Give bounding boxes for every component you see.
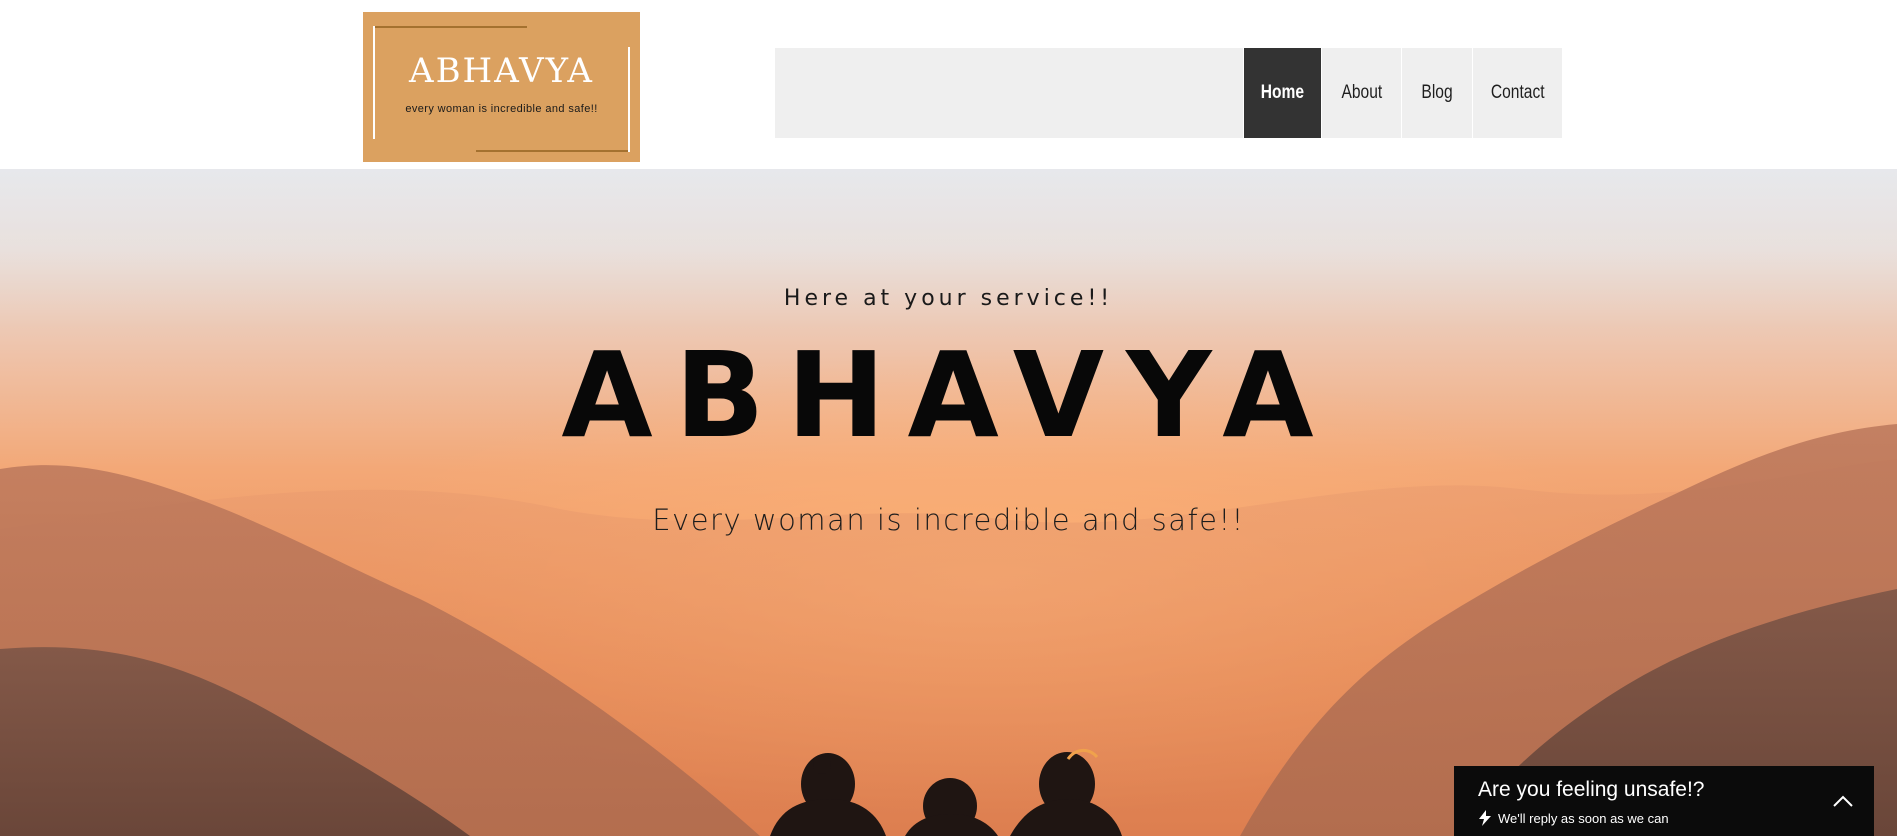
nav-item-home[interactable]: Home bbox=[1243, 48, 1321, 138]
nav-item-label: Contact bbox=[1490, 82, 1545, 103]
chat-subtitle: We'll reply as soon as we can bbox=[1498, 810, 1669, 826]
bolt-icon bbox=[1479, 810, 1491, 826]
hero-kicker: Here at your service!! bbox=[783, 286, 1114, 311]
chat-title: Are you feeling unsafe!? bbox=[1478, 778, 1705, 801]
site-header: ABHAVYA every woman is incredible and sa… bbox=[0, 0, 1897, 169]
logo-frame-line bbox=[476, 150, 630, 152]
nav-item-label: About bbox=[1341, 82, 1382, 103]
logo-title: ABHAVYA bbox=[409, 51, 594, 91]
nav-items: Home About Blog Contact bbox=[1243, 48, 1562, 138]
page: ABHAVYA every woman is incredible and sa… bbox=[0, 0, 1897, 836]
main-nav: Home About Blog Contact bbox=[775, 48, 1562, 138]
nav-item-label: Home bbox=[1260, 82, 1305, 103]
nav-item-label: Blog bbox=[1421, 82, 1453, 103]
chevron-up-icon[interactable] bbox=[1830, 788, 1856, 814]
nav-item-about[interactable]: About bbox=[1321, 48, 1401, 138]
site-logo[interactable]: ABHAVYA every woman is incredible and sa… bbox=[363, 12, 640, 162]
nav-item-blog[interactable]: Blog bbox=[1401, 48, 1472, 138]
nav-item-contact[interactable]: Contact bbox=[1472, 48, 1562, 138]
hero-section: Here at your service!! ABHAVYA Every wom… bbox=[0, 169, 1897, 836]
hero-title: ABHAVYA bbox=[561, 326, 1336, 464]
chat-subtitle-row: We'll reply as soon as we can bbox=[1478, 810, 1669, 826]
logo-frame-line bbox=[373, 26, 527, 28]
logo-tagline: every woman is incredible and safe!! bbox=[405, 103, 598, 115]
hero-tagline: Every woman is incredible and safe!! bbox=[652, 503, 1245, 537]
chat-widget[interactable]: Are you feeling unsafe!? We'll reply as … bbox=[1454, 766, 1874, 836]
